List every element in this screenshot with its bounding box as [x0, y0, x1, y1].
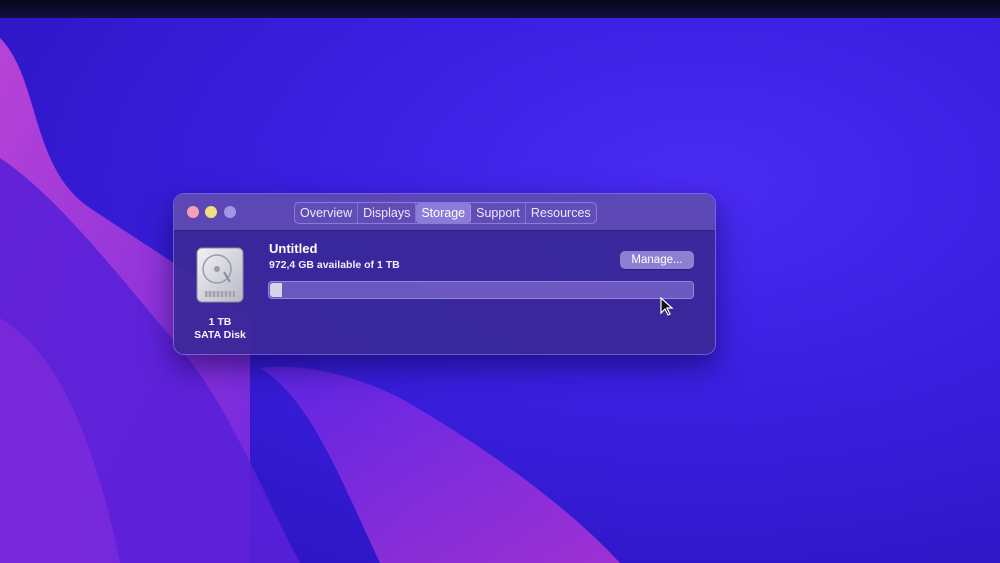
close-button[interactable]: [187, 206, 199, 218]
minimize-button[interactable]: [205, 206, 217, 218]
hard-drive-icon: [196, 247, 244, 303]
manage-button[interactable]: Manage...: [620, 251, 694, 269]
volume-name: Untitled: [269, 241, 318, 256]
storage-pane: 1 TB SATA Disk Untitled 972,4 GB availab…: [174, 231, 715, 354]
mouse-pointer-icon: [660, 297, 674, 316]
tab-resources[interactable]: Resources: [526, 203, 596, 223]
storage-usage-bar: [268, 281, 694, 299]
about-this-mac-window: Overview Displays Storage Support Resour…: [174, 194, 715, 354]
tab-overview[interactable]: Overview: [295, 203, 359, 223]
disk-type-label: SATA Disk: [194, 329, 246, 341]
title-bar[interactable]: Overview Displays Storage Support Resour…: [174, 194, 715, 231]
volume-availability: 972,4 GB available of 1 TB: [269, 259, 400, 271]
tab-displays[interactable]: Displays: [358, 203, 417, 223]
screen: Overview Displays Storage Support Resour…: [0, 0, 1000, 563]
tab-support[interactable]: Support: [471, 203, 526, 223]
disk-capacity-label: 1 TB: [208, 316, 232, 328]
storage-used-segment: [270, 283, 282, 297]
zoom-button[interactable]: [224, 206, 236, 218]
tab-storage[interactable]: Storage: [416, 203, 472, 223]
tab-bar: Overview Displays Storage Support Resour…: [294, 202, 597, 224]
